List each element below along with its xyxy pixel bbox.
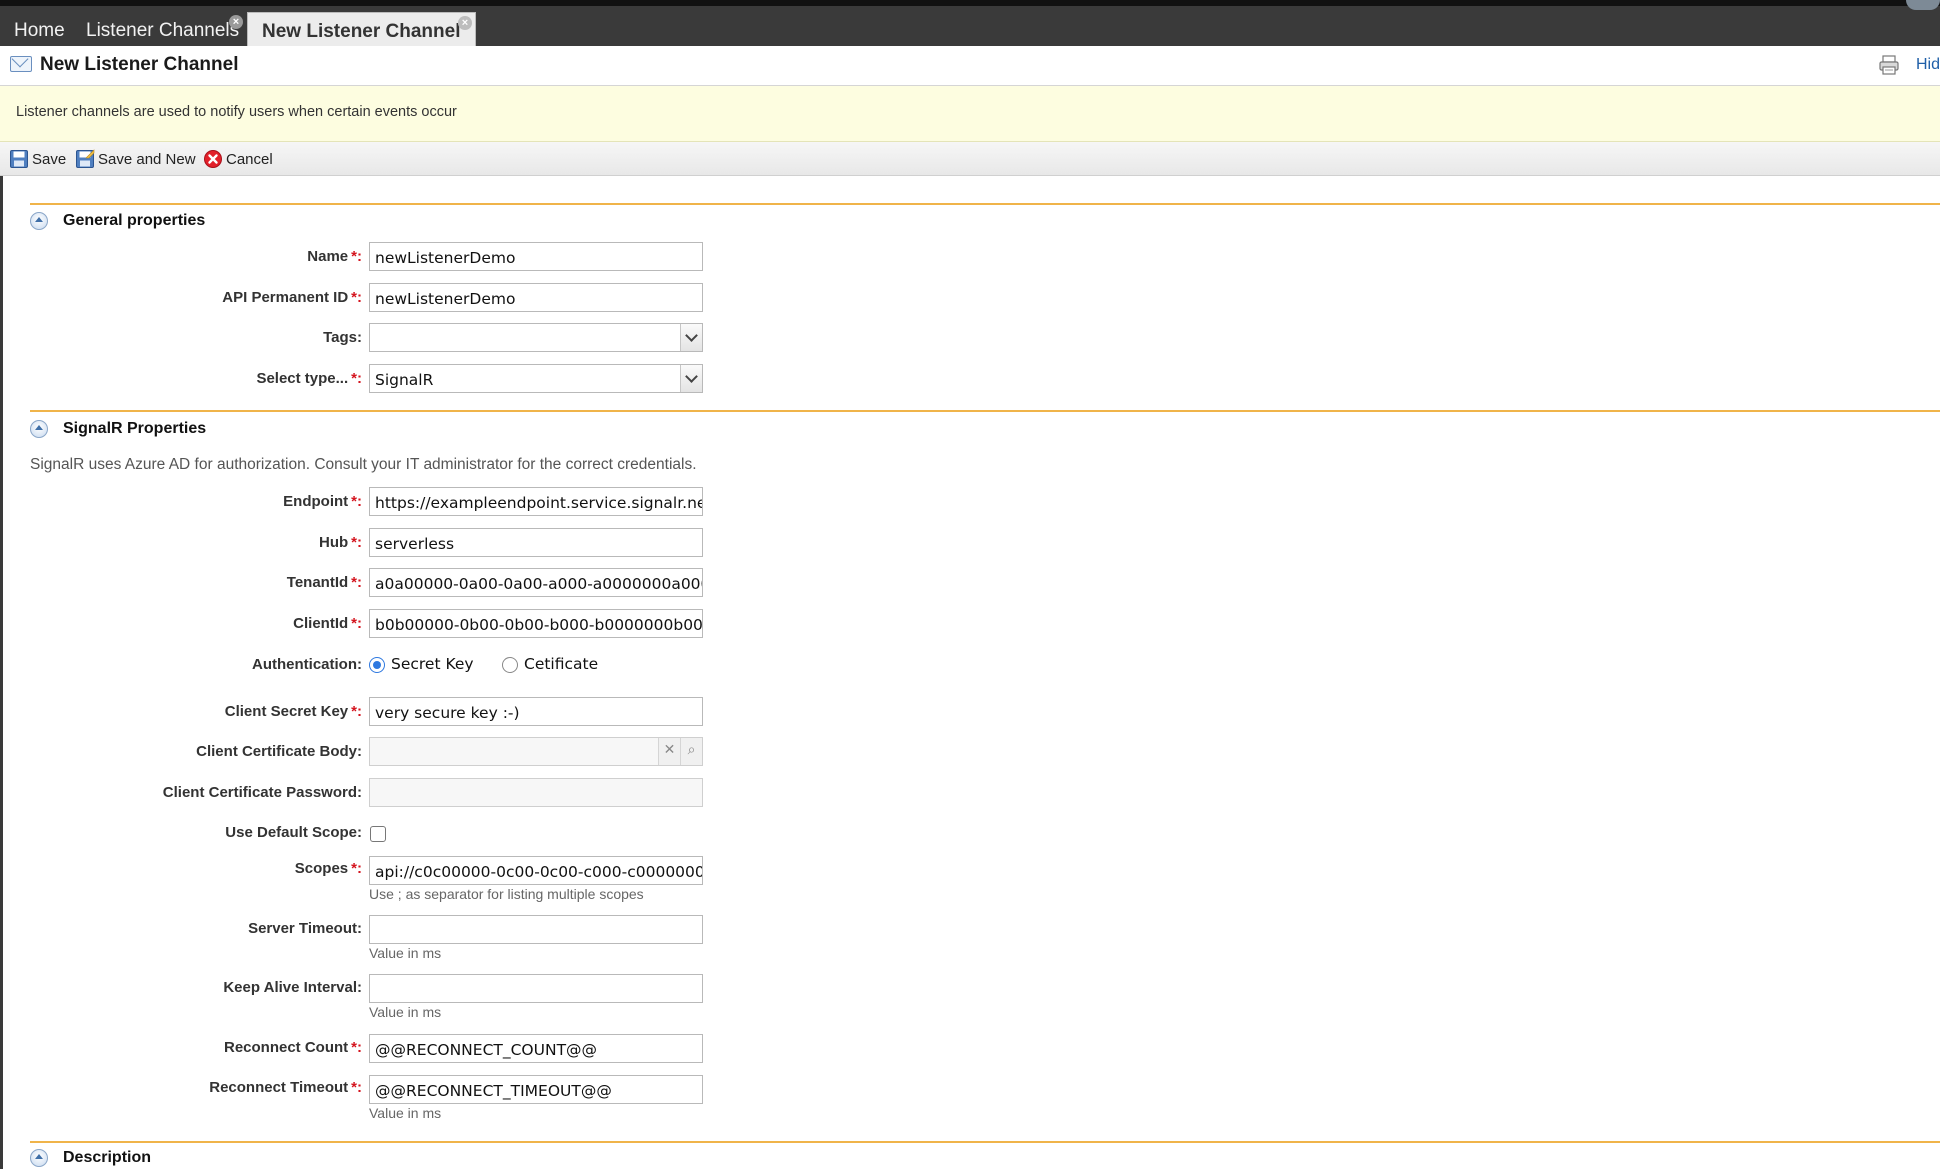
- reconnect-timeout-input[interactable]: @@RECONNECT_TIMEOUT@@: [369, 1075, 703, 1104]
- hide-link[interactable]: Hid: [1916, 56, 1940, 74]
- info-text: Listener channels are used to notify use…: [16, 104, 457, 120]
- auth-certificate-label: Cetificate: [524, 655, 599, 673]
- action-toolbar: Save Save and New Cancel: [0, 142, 1940, 176]
- type-value: SignalR: [375, 371, 434, 389]
- api-permanent-id-input[interactable]: newListenerDemo: [369, 283, 703, 312]
- section-divider: [30, 1141, 1940, 1143]
- floppy-disk-icon: [10, 150, 28, 168]
- chevron-down-icon[interactable]: [680, 365, 702, 392]
- chevron-down-icon[interactable]: [680, 324, 702, 351]
- cancel-icon: [204, 150, 222, 168]
- keep-alive-interval-hint: Value in ms: [369, 1004, 442, 1020]
- tab-listener-channels-label: Listener Channels: [86, 20, 240, 41]
- section-description-title: Description: [63, 1149, 152, 1166]
- cancel-button[interactable]: Cancel: [203, 148, 273, 170]
- client-certificate-password-label: Client Certificate Password:: [162, 784, 362, 801]
- collapse-description-icon[interactable]: [30, 1149, 48, 1167]
- floppy-disk-new-icon: [76, 149, 95, 168]
- endpoint-label: Endpoint *:: [283, 493, 362, 510]
- close-tab-listener-channels-icon[interactable]: ×: [229, 15, 243, 29]
- section-signalr-header: SignalR Properties: [30, 418, 206, 440]
- name-label: Name *:: [307, 248, 362, 265]
- reconnect-count-label: Reconnect Count *:: [223, 1039, 362, 1056]
- reconnect-timeout-hint: Value in ms: [369, 1105, 442, 1121]
- save-button[interactable]: Save: [9, 148, 66, 170]
- cancel-label: Cancel: [226, 150, 273, 168]
- auth-certificate-radio[interactable]: [502, 657, 518, 673]
- section-general-header: General properties: [30, 210, 205, 232]
- auth-secret-key-label: Secret Key: [391, 655, 474, 673]
- scopes-label: Scopes *:: [294, 860, 362, 877]
- select-type-label: Select type... *:: [256, 370, 362, 387]
- tags-select[interactable]: [369, 323, 703, 352]
- tab-home-label: Home: [14, 20, 65, 41]
- clear-icon[interactable]: ✕: [658, 738, 680, 765]
- info-banner: Listener channels are used to notify use…: [0, 86, 1940, 142]
- signalr-note: SignalR uses Azure AD for authorization.…: [30, 456, 697, 473]
- server-timeout-hint: Value in ms: [369, 945, 442, 961]
- collapse-general-icon[interactable]: [30, 212, 48, 230]
- hub-input[interactable]: serverless: [369, 528, 703, 557]
- save-and-new-button[interactable]: Save and New: [75, 148, 196, 170]
- save-label: Save: [32, 150, 67, 168]
- tab-new-listener-channel-label: New Listener Channel: [262, 21, 461, 42]
- section-divider: [30, 410, 1940, 412]
- keep-alive-interval-input[interactable]: [369, 974, 703, 1003]
- authentication-label: Authentication:: [252, 656, 362, 673]
- use-default-scope-checkbox[interactable]: [370, 826, 386, 842]
- client-certificate-body-label: Client Certificate Body:: [196, 743, 362, 760]
- print-icon[interactable]: [1878, 54, 1900, 76]
- api-permanent-id-label: API Permanent ID *:: [222, 289, 362, 306]
- tab-bar: Home Listener Channels × New Listener Ch…: [0, 0, 1940, 52]
- page-header: New Listener Channel Hid: [0, 46, 1940, 86]
- magnifier-icon[interactable]: ⌕: [680, 738, 702, 765]
- collapse-signalr-icon[interactable]: [30, 420, 48, 438]
- close-tab-new-listener-channel-icon[interactable]: ×: [458, 16, 472, 30]
- hub-label: Hub *:: [318, 534, 362, 551]
- section-description-header: Description: [30, 1147, 151, 1169]
- tenant-id-input[interactable]: a0a00000-0a00-0a00-a000-a0000000a000: [369, 568, 703, 597]
- client-secret-key-label: Client Secret Key *:: [224, 703, 362, 720]
- type-select[interactable]: SignalR: [369, 364, 703, 393]
- user-avatar[interactable]: [1906, 0, 1940, 10]
- server-timeout-input[interactable]: [369, 915, 703, 944]
- section-general-title: General properties: [63, 212, 206, 229]
- client-certificate-password-input[interactable]: [369, 778, 703, 807]
- keep-alive-interval-label: Keep Alive Interval:: [223, 979, 362, 996]
- endpoint-input[interactable]: https://exampleendpoint.service.signalr.…: [369, 487, 703, 516]
- client-certificate-body-input[interactable]: ✕ ⌕: [369, 737, 703, 766]
- scopes-input[interactable]: api://c0c00000-0c00-0c00-c000-c0000000c0…: [369, 856, 703, 885]
- envelope-icon: [10, 56, 32, 72]
- page-title: New Listener Channel: [40, 54, 239, 75]
- server-timeout-label: Server Timeout:: [248, 920, 362, 937]
- tags-label: Tags:: [323, 329, 362, 346]
- client-id-label: ClientId *:: [293, 615, 362, 632]
- window-edge: [0, 46, 3, 1169]
- section-divider: [30, 203, 1940, 205]
- name-input[interactable]: newListenerDemo: [369, 242, 703, 271]
- use-default-scope-label: Use Default Scope:: [225, 824, 362, 841]
- save-and-new-label: Save and New: [98, 150, 196, 168]
- section-signalr-title: SignalR Properties: [63, 420, 207, 437]
- reconnect-timeout-label: Reconnect Timeout *:: [209, 1079, 362, 1096]
- client-secret-key-input[interactable]: very secure key :-): [369, 697, 703, 726]
- auth-secret-key-radio[interactable]: [369, 657, 385, 673]
- scopes-hint: Use ; as separator for listing multiple …: [369, 886, 644, 902]
- reconnect-count-input[interactable]: @@RECONNECT_COUNT@@: [369, 1034, 703, 1063]
- tenant-id-label: TenantId *:: [286, 574, 362, 591]
- client-id-input[interactable]: b0b00000-0b00-0b00-b000-b0000000b000: [369, 609, 703, 638]
